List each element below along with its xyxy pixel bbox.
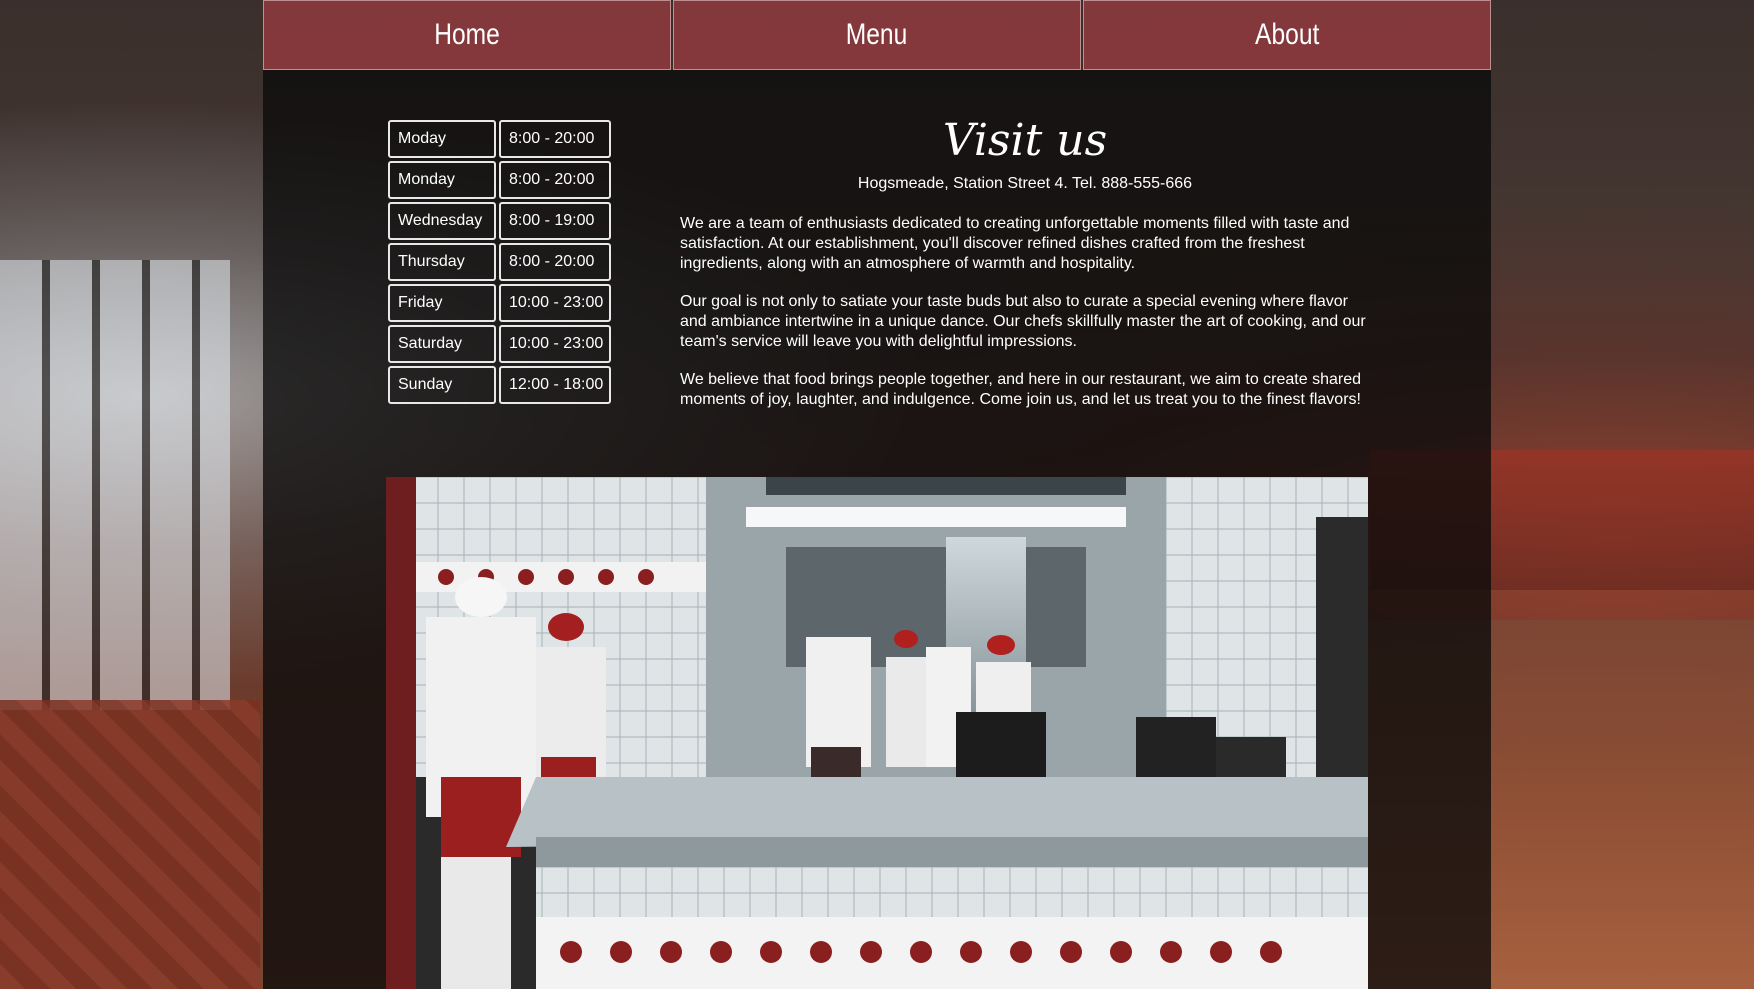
hours-row: Thursday 8:00 - 20:00 (388, 243, 611, 281)
nav-home-label: Home (434, 18, 500, 51)
background-window (0, 260, 230, 710)
hours-time: 8:00 - 20:00 (499, 243, 611, 281)
goal-paragraph: Our goal is not only to satiate your tas… (680, 293, 1366, 350)
hours-time: 8:00 - 20:00 (499, 161, 611, 199)
hours-day: Saturday (388, 325, 496, 363)
nav-menu-label: Menu (846, 18, 908, 51)
nav-home[interactable]: Home (263, 0, 671, 70)
kitchen-photo (386, 477, 1368, 989)
nav-about[interactable]: About (1083, 0, 1491, 70)
visit-us-heading: Visit us (942, 115, 1108, 166)
hours-day: Sunday (388, 366, 496, 404)
opening-hours-table: Moday 8:00 - 20:00 Monday 8:00 - 20:00 W… (388, 120, 611, 407)
hours-day: Wednesday (388, 202, 496, 240)
hours-row: Wednesday 8:00 - 19:00 (388, 202, 611, 240)
intro-paragraph: We are a team of enthusiasts dedicated t… (680, 215, 1350, 272)
hours-day: Friday (388, 284, 496, 322)
hours-day: Monday (388, 161, 496, 199)
belief-paragraph: We believe that food brings people toget… (680, 371, 1362, 408)
hours-row: Saturday 10:00 - 23:00 (388, 325, 611, 363)
hours-time: 10:00 - 23:00 (499, 325, 611, 363)
hours-row: Monday 8:00 - 20:00 (388, 161, 611, 199)
kitchen-illustration (386, 477, 1368, 989)
hours-row: Friday 10:00 - 23:00 (388, 284, 611, 322)
hours-day: Moday (388, 120, 496, 158)
hours-row: Sunday 12:00 - 18:00 (388, 366, 611, 404)
hours-time: 10:00 - 23:00 (499, 284, 611, 322)
hours-time: 8:00 - 19:00 (499, 202, 611, 240)
hours-time: 12:00 - 18:00 (499, 366, 611, 404)
hours-time: 8:00 - 20:00 (499, 120, 611, 158)
background-booth (0, 700, 260, 989)
nav-about-label: About (1254, 18, 1320, 51)
top-navigation: Home Menu About (263, 0, 1491, 70)
hours-row: Moday 8:00 - 20:00 (388, 120, 611, 158)
address-line: Hogsmeade, Station Street 4. Tel. 888-55… (857, 175, 1193, 192)
hours-day: Thursday (388, 243, 496, 281)
nav-menu[interactable]: Menu (673, 0, 1081, 70)
